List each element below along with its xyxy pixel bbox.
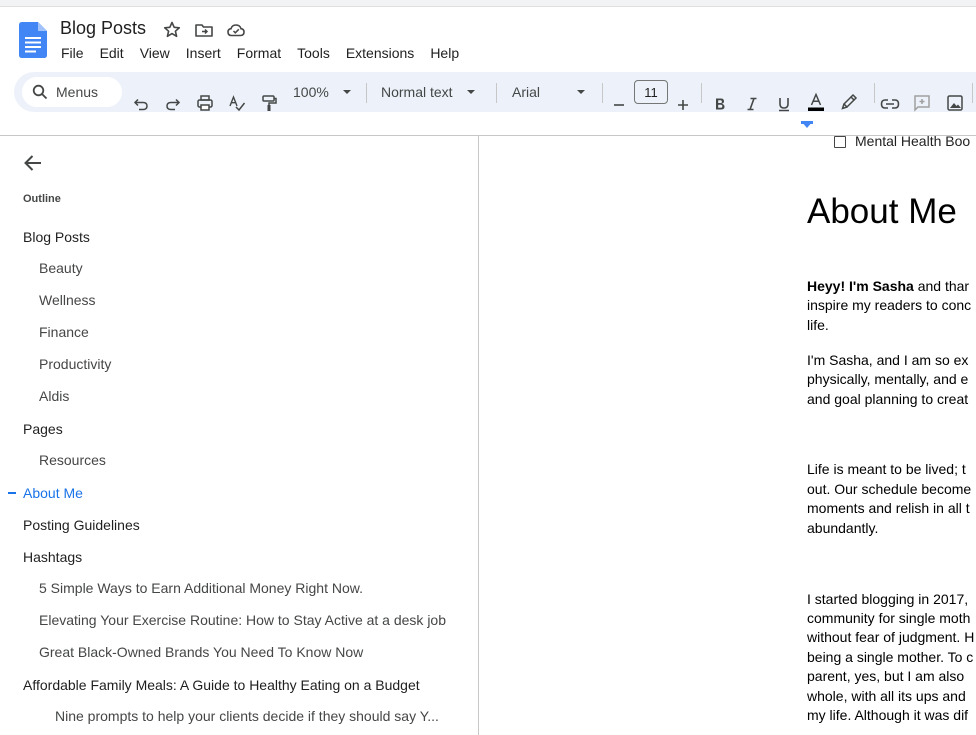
outline-heading: Outline bbox=[23, 193, 61, 205]
greeting-rest: and thar bbox=[913, 278, 970, 294]
close-outline-back-icon[interactable] bbox=[22, 152, 44, 174]
doc-paragraph-line: I'm Sasha, and I am so ex bbox=[807, 352, 969, 368]
doc-paragraph-line: Heyy! I'm Sasha and thar bbox=[807, 278, 969, 294]
zoom-dropdown[interactable]: 100% bbox=[293, 72, 352, 112]
outline-item-family-meals[interactable]: Affordable Family Meals: A Guide to Heal… bbox=[23, 677, 420, 693]
doc-paragraph-line: physically, mentally, and e bbox=[807, 371, 969, 387]
menu-insert[interactable]: Insert bbox=[186, 45, 221, 61]
checklist-checkbox[interactable] bbox=[834, 136, 846, 148]
doc-paragraph-line: whole, with all its ups and bbox=[807, 688, 966, 704]
undo-icon[interactable] bbox=[133, 84, 149, 124]
outline-item-about-me[interactable]: About Me bbox=[23, 485, 83, 501]
menu-extensions[interactable]: Extensions bbox=[346, 45, 414, 61]
spellcheck-icon[interactable] bbox=[228, 83, 246, 123]
outline-item-aldis[interactable]: Aldis bbox=[39, 388, 69, 404]
chevron-down-icon bbox=[577, 90, 586, 94]
doc-paragraph-line: life. bbox=[807, 317, 829, 333]
add-comment-icon[interactable] bbox=[913, 83, 931, 123]
doc-paragraph-line: Life is meant to be lived; t bbox=[807, 461, 966, 477]
menu-format[interactable]: Format bbox=[237, 45, 281, 61]
browser-top-edge bbox=[0, 0, 976, 7]
outline-item-beauty[interactable]: Beauty bbox=[39, 260, 83, 276]
doc-paragraph-line: moments and relish in all t bbox=[807, 500, 970, 516]
toolbar: Menus 100% Normal text Arial 11 bbox=[14, 72, 976, 112]
ruler-indent-arrow[interactable] bbox=[801, 121, 813, 128]
outline-item-earn-money[interactable]: 5 Simple Ways to Earn Additional Money R… bbox=[39, 580, 363, 596]
font-size-input[interactable]: 11 bbox=[634, 80, 668, 104]
search-placeholder: Menus bbox=[56, 84, 99, 100]
outline-item-exercise-routine[interactable]: Elevating Your Exercise Routine: How to … bbox=[39, 612, 446, 628]
toolbar-divider bbox=[366, 83, 367, 103]
search-icon bbox=[32, 84, 48, 100]
outline-item-nine-prompts[interactable]: Nine prompts to help your clients decide… bbox=[55, 708, 439, 724]
star-icon[interactable] bbox=[162, 20, 182, 40]
search-menus-input[interactable]: Menus bbox=[22, 77, 122, 107]
menu-bar: File Edit View Insert Format Tools Exten… bbox=[61, 45, 475, 61]
highlight-icon[interactable] bbox=[840, 82, 858, 122]
outline-item-hashtags[interactable]: Hashtags bbox=[23, 549, 82, 565]
menu-tools[interactable]: Tools bbox=[297, 45, 330, 61]
style-value: Normal text bbox=[381, 84, 453, 100]
bold-icon[interactable] bbox=[712, 84, 728, 124]
doc-paragraph-line: out. Our schedule become bbox=[807, 481, 972, 497]
outline-item-blog-posts[interactable]: Blog Posts bbox=[23, 229, 90, 245]
italic-icon[interactable] bbox=[744, 84, 760, 124]
menu-file[interactable]: File bbox=[61, 45, 84, 61]
increase-size-icon[interactable] bbox=[676, 85, 690, 125]
cloud-saved-icon[interactable] bbox=[226, 20, 246, 40]
menu-help[interactable]: Help bbox=[430, 45, 459, 61]
outline-item-resources[interactable]: Resources bbox=[39, 452, 106, 468]
paint-format-icon[interactable] bbox=[260, 83, 278, 123]
toolbar-divider bbox=[874, 83, 875, 103]
doc-paragraph-line: without fear of judgment. H bbox=[807, 629, 975, 645]
doc-paragraph-line: inspire my readers to conc bbox=[807, 297, 972, 313]
document-title[interactable]: Blog Posts bbox=[60, 18, 146, 39]
doc-paragraph-line: and goal planning to creat bbox=[807, 391, 969, 407]
link-icon[interactable] bbox=[880, 84, 900, 124]
paragraph-style-dropdown[interactable]: Normal text bbox=[381, 72, 476, 112]
doc-paragraph-line: my life. Although it was dif bbox=[807, 707, 969, 723]
underline-icon[interactable] bbox=[776, 84, 792, 124]
chevron-down-icon bbox=[466, 90, 475, 94]
menu-view[interactable]: View bbox=[140, 45, 170, 61]
font-value: Arial bbox=[512, 84, 541, 100]
text-color-icon[interactable] bbox=[806, 82, 826, 122]
outline-item-pages[interactable]: Pages bbox=[23, 421, 63, 437]
outline-item-finance[interactable]: Finance bbox=[39, 324, 89, 340]
document-heading: About Me bbox=[807, 192, 957, 231]
outline-item-black-owned-brands[interactable]: Great Black-Owned Brands You Need To Kno… bbox=[39, 644, 363, 660]
outline-item-wellness[interactable]: Wellness bbox=[39, 292, 96, 308]
menu-edit[interactable]: Edit bbox=[100, 45, 124, 61]
toolbar-divider bbox=[496, 83, 497, 103]
bold-greeting: Heyy! I'm Sasha bbox=[807, 278, 914, 294]
toolbar-divider bbox=[972, 83, 973, 103]
decrease-size-icon[interactable] bbox=[612, 85, 626, 125]
docs-logo-icon[interactable] bbox=[19, 22, 47, 58]
doc-paragraph-line: community for single moth bbox=[807, 610, 971, 626]
chevron-down-icon bbox=[342, 90, 351, 94]
active-item-indicator bbox=[8, 492, 16, 494]
zoom-value: 100% bbox=[293, 84, 329, 100]
toolbar-divider bbox=[701, 83, 702, 103]
print-icon[interactable] bbox=[196, 83, 214, 123]
insert-image-icon[interactable] bbox=[946, 83, 964, 123]
move-folder-icon[interactable] bbox=[194, 20, 214, 40]
redo-icon[interactable] bbox=[165, 84, 181, 124]
doc-paragraph-line: I started blogging in 2017, bbox=[807, 591, 969, 607]
toolbar-bottom-border bbox=[0, 135, 976, 136]
doc-paragraph-line: being a single mother. To c bbox=[807, 649, 974, 665]
toolbar-divider bbox=[602, 83, 603, 103]
outline-item-productivity[interactable]: Productivity bbox=[39, 356, 111, 372]
outline-panel-divider bbox=[478, 136, 479, 735]
outline-item-posting-guidelines[interactable]: Posting Guidelines bbox=[23, 517, 140, 533]
doc-paragraph-line: abundantly. bbox=[807, 520, 879, 536]
doc-paragraph-line: parent, yes, but I am also bbox=[807, 668, 965, 684]
font-dropdown[interactable]: Arial bbox=[512, 72, 586, 112]
checklist-item-text: Mental Health Boo bbox=[855, 133, 971, 149]
